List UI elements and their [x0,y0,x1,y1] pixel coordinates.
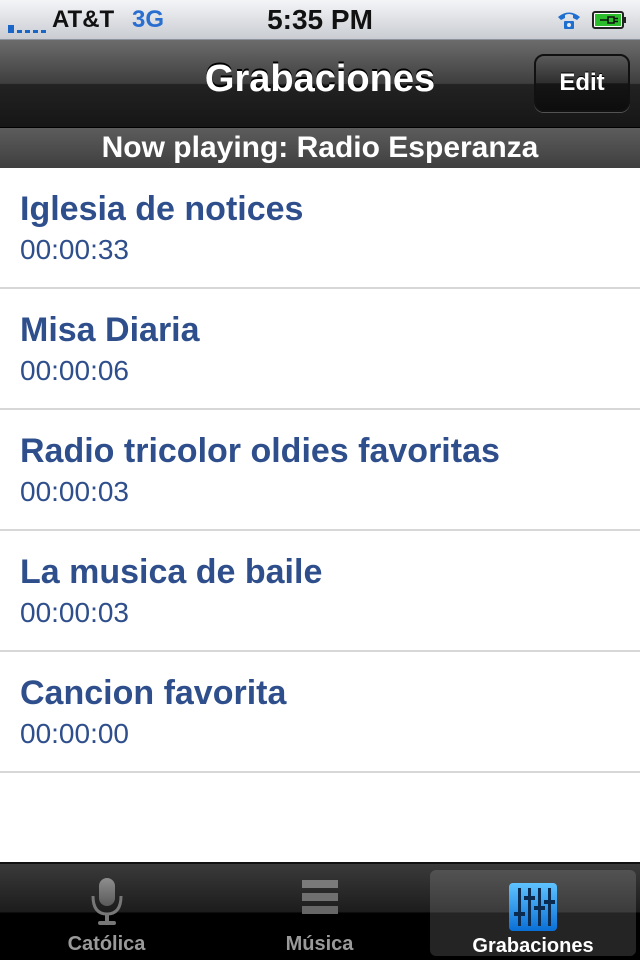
recording-title: Cancion favorita [20,674,287,712]
tab-label: Grabaciones [472,935,594,957]
list-icon [301,880,338,914]
status-bar: AT&T 3G 5:35 PM [0,0,640,40]
recording-duration: 00:00:06 [20,355,129,386]
tab-catolica[interactable]: Católica [0,864,213,960]
list-item[interactable]: Cancion favorita 00:00:00 [0,652,640,773]
list-item[interactable]: La musica de baile 00:00:03 [0,531,640,652]
recording-duration: 00:00:03 [20,597,129,628]
navigation-bar: Grabaciones Edit [0,40,640,128]
battery-charging-icon [592,11,626,29]
tab-label: Música [285,933,354,955]
recording-duration: 00:00:03 [20,476,129,507]
recording-title: La musica de baile [20,553,323,591]
recording-duration: 00:00:33 [20,234,129,265]
status-time: 5:35 PM [267,4,373,35]
equalizer-icon [509,883,557,931]
tab-grabaciones[interactable]: Grabaciones [430,870,636,957]
recording-title: Iglesia de notices [20,190,304,228]
list-item[interactable]: Misa Diaria 00:00:06 [0,289,640,410]
now-playing-banner[interactable]: Now playing: Radio Esperanza [0,128,640,168]
recordings-list: Iglesia de notices 00:00:33 Misa Diaria … [0,168,640,773]
call-forwarding-icon [558,12,580,29]
list-item[interactable]: Iglesia de notices 00:00:33 [0,168,640,289]
edit-button[interactable]: Edit [534,54,630,112]
tab-label: Católica [67,933,146,955]
list-item[interactable]: Radio tricolor oldies favoritas 00:00:03 [0,410,640,531]
recording-title: Misa Diaria [20,311,200,349]
microphone-icon [91,878,122,925]
recording-title: Radio tricolor oldies favoritas [20,432,500,470]
tab-musica[interactable]: Música [213,864,426,960]
recording-duration: 00:00:00 [20,718,129,749]
tab-bar: Católica Música Grabaciones [0,862,640,960]
